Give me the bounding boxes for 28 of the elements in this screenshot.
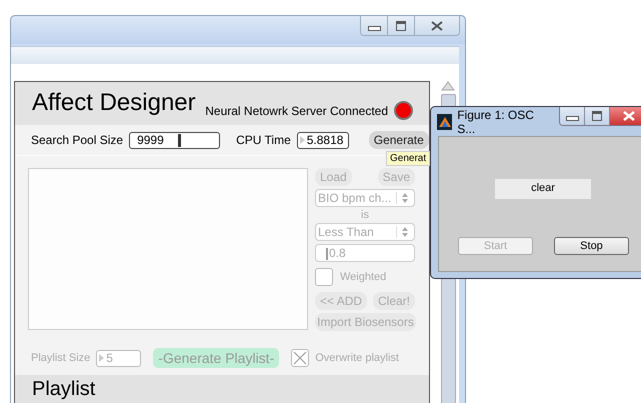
cpu-time-field[interactable]: 5.8818 (296, 132, 349, 148)
server-status-label: Neural Netowrk Server Connected (205, 104, 388, 118)
minimize-button[interactable] (361, 16, 388, 35)
stepper-icon (99, 354, 104, 362)
stepper-icon (300, 136, 305, 144)
field-label: CPU Time (236, 133, 291, 147)
minimize-button[interactable] (560, 107, 586, 125)
app-title: Affect Designer (32, 89, 196, 117)
close-button[interactable] (415, 16, 459, 35)
section-heading: Playlist (32, 378, 96, 400)
window-title: Figure 1: OSC S... (457, 108, 535, 136)
search-pool-field[interactable]: 9999 (129, 132, 220, 148)
checkbox-label: Weighted (340, 271, 386, 283)
tooltip: Generat (386, 151, 430, 166)
field-label: Search Pool Size (31, 133, 124, 147)
close-icon (622, 111, 635, 121)
figure-button[interactable]: Stop (554, 237, 629, 255)
app-icon (437, 114, 452, 130)
close-icon (431, 20, 443, 30)
maximize-button[interactable] (388, 16, 415, 35)
maximize-button[interactable] (585, 107, 610, 125)
close-button[interactable] (610, 107, 641, 125)
checkbox-label: Overwrite playlist (315, 352, 399, 364)
field-label: Playlist Size (31, 352, 90, 364)
is-label: is (360, 210, 370, 220)
generate-button[interactable]: Generate (368, 131, 429, 149)
scroll-up-icon (441, 81, 455, 91)
status-label: clear (495, 179, 591, 199)
